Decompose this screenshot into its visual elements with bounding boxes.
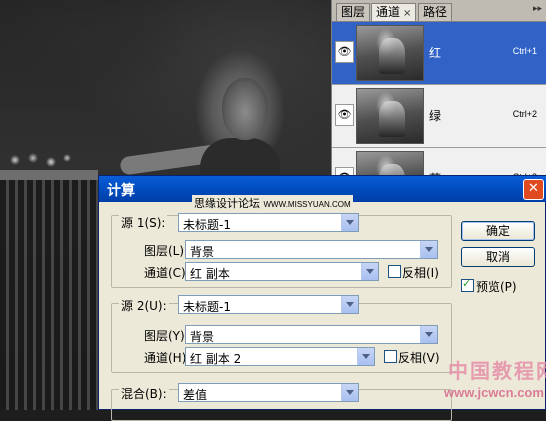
photo-fence xyxy=(0,175,100,410)
blend-select[interactable]: 差值 xyxy=(178,383,359,402)
source1-layer-value: 背景 xyxy=(190,245,215,259)
source1-label: 源 1(S): xyxy=(119,214,168,231)
channel-thumbnail xyxy=(356,88,424,144)
chevron-down-icon[interactable] xyxy=(361,263,378,280)
close-icon[interactable]: ✕ xyxy=(523,179,544,200)
logo-text: 中国教程网 xyxy=(448,359,546,383)
preview-label: 预览(P) xyxy=(476,280,517,294)
blend-value: 差值 xyxy=(183,388,208,402)
channel-name: 绿 xyxy=(429,109,442,123)
blend-label: 混合(B): xyxy=(119,385,169,402)
source1-layer-label: 图层(L): xyxy=(144,244,189,258)
photo-person-head xyxy=(222,78,268,140)
channel-shortcut: Ctrl+1 xyxy=(512,46,537,56)
source2-layer-value: 背景 xyxy=(190,330,215,344)
source2-layer-select[interactable]: 背景 xyxy=(185,325,438,344)
dialog-title: 计算 xyxy=(107,183,135,199)
chevron-down-icon[interactable] xyxy=(420,326,437,343)
channel-name: 红 xyxy=(429,46,442,60)
chevron-down-icon[interactable] xyxy=(341,214,358,231)
source2-label: 源 2(U): xyxy=(119,297,169,314)
source2-channel-select[interactable]: 红 副本 2 xyxy=(185,347,375,366)
source1-invert-checkbox[interactable] xyxy=(388,265,401,278)
tab-close-icon[interactable]: × xyxy=(403,8,411,19)
cancel-button[interactable]: 取消 xyxy=(461,247,535,267)
chevron-down-icon[interactable] xyxy=(357,348,374,365)
channels-panel: 图层 通道× 路径 ▸▸ 👁 红 Ctrl+1 👁 绿 Ctrl+2 👁 蓝 C… xyxy=(331,0,546,211)
tab-layers[interactable]: 图层 xyxy=(336,3,371,21)
source2-invert-label: 反相(V) xyxy=(398,351,440,365)
tab-paths-label: 路径 xyxy=(423,5,448,19)
source2-channel-label: 通道(H): xyxy=(144,351,191,365)
panel-menu-arrows-icon[interactable]: ▸▸ xyxy=(533,4,542,14)
chevron-down-icon[interactable] xyxy=(420,241,437,258)
watermark-text: 思缘设计论坛 xyxy=(194,197,260,210)
source1-layer-select[interactable]: 背景 xyxy=(185,240,438,259)
tab-layers-label: 图层 xyxy=(341,5,366,19)
source2-value: 未标题-1 xyxy=(183,300,231,314)
chevron-down-icon[interactable] xyxy=(341,296,358,313)
chevron-down-icon[interactable] xyxy=(341,384,358,401)
preview-checkbox[interactable] xyxy=(461,277,474,292)
source2-layer-label: 图层(Y): xyxy=(144,329,189,343)
eye-icon[interactable]: 👁 xyxy=(335,41,354,63)
tab-paths[interactable]: 路径 xyxy=(418,3,453,21)
source1-channel-label: 通道(C): xyxy=(144,266,190,280)
watermark-url: WWW.MISSYUAN.COM xyxy=(263,200,351,209)
channel-thumbnail xyxy=(356,25,424,81)
source1-select[interactable]: 未标题-1 xyxy=(178,213,359,232)
channel-row-green[interactable]: 👁 绿 Ctrl+2 xyxy=(332,85,546,148)
site-watermark: 思缘设计论坛 WWW.MISSYUAN.COM xyxy=(192,195,353,211)
source1-channel-select[interactable]: 红 副本 xyxy=(185,262,379,281)
channel-row-red[interactable]: 👁 红 Ctrl+1 xyxy=(332,22,546,85)
tab-channels[interactable]: 通道 × xyxy=(371,3,417,21)
source2-channel-value: 红 副本 2 xyxy=(190,352,242,366)
panel-tabs: 图层 通道 × 路径 ▸▸ xyxy=(332,0,546,22)
channel-shortcut: Ctrl+2 xyxy=(512,109,537,119)
source1-value: 未标题-1 xyxy=(183,218,231,232)
tab-channels-label: 通道 xyxy=(376,5,401,19)
logo-url: www.jcwcn.com xyxy=(444,385,544,400)
source1-invert-label: 反相(I) xyxy=(402,266,439,280)
site-logo: 中国教程网 www.jcwcn.com xyxy=(438,355,546,410)
photo-flowers xyxy=(5,150,75,172)
source2-select[interactable]: 未标题-1 xyxy=(178,295,359,314)
source1-channel-value: 红 副本 xyxy=(190,267,230,281)
ok-button[interactable]: 确定 xyxy=(461,221,535,241)
eye-icon[interactable]: 👁 xyxy=(335,104,354,126)
dialog-titlebar[interactable]: 计算 思缘设计论坛 WWW.MISSYUAN.COM ✕ xyxy=(99,176,546,211)
source2-invert-checkbox[interactable] xyxy=(384,350,397,363)
